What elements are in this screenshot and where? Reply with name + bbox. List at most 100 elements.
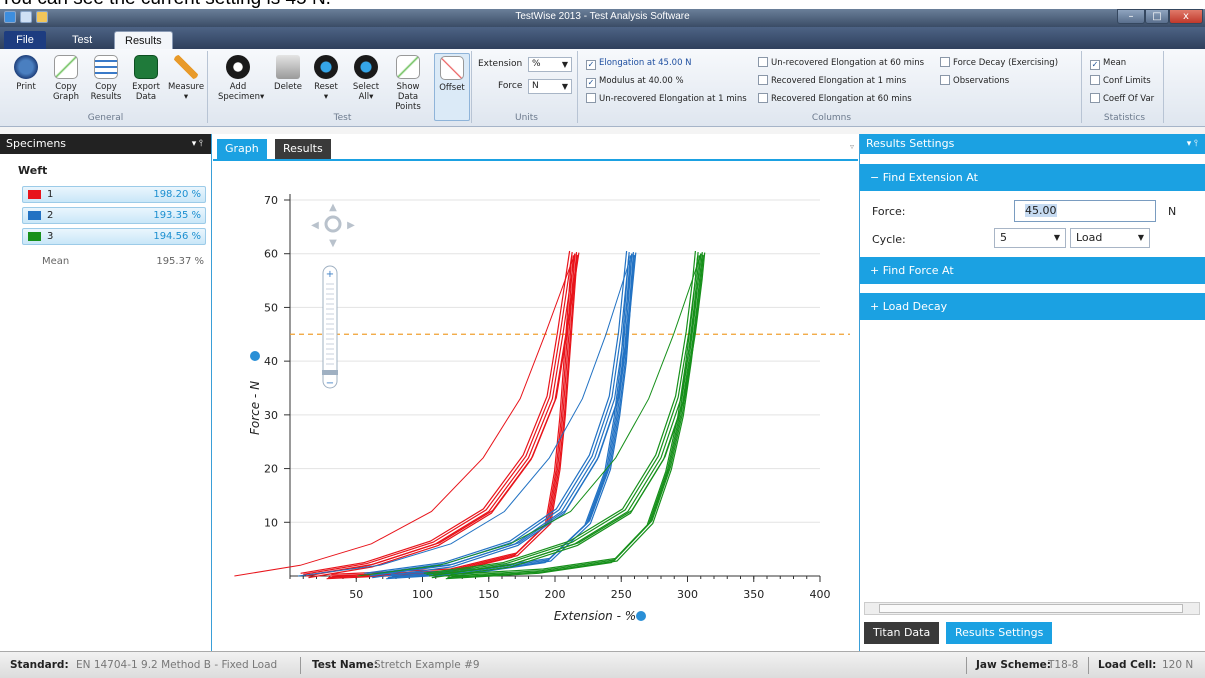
pin-icon[interactable]: ▾ ⫯	[1187, 134, 1198, 154]
find-force-section[interactable]: + Find Force At	[860, 257, 1205, 284]
pin-icon[interactable]: ▾ ⫯	[192, 134, 203, 154]
zoom-out-button[interactable]: −	[326, 378, 334, 389]
checkbox-label: Un-recovered Elongation at 1 mins	[599, 94, 747, 104]
pan-left-arrow: ◀	[311, 220, 319, 231]
specimen-row[interactable]: 3 194.56 %	[22, 228, 206, 245]
checkbox-icon	[1090, 93, 1100, 103]
tab-results-view[interactable]: Results	[275, 139, 331, 159]
tab-graph[interactable]: Graph	[217, 139, 267, 159]
status-divider	[300, 657, 301, 674]
column-checkbox-modulus[interactable]: ✓ Modulus at 40.00 %	[586, 75, 684, 88]
x-tick-label: 400	[810, 588, 831, 601]
tab-test[interactable]: Test	[62, 31, 102, 49]
load-cell-value: 120 N	[1162, 659, 1194, 671]
offset-icon	[440, 56, 464, 80]
zoom-in-button[interactable]: +	[326, 269, 334, 280]
column-checkbox-observations[interactable]: Observations	[940, 75, 1009, 88]
maximize-button[interactable]: □	[1145, 9, 1169, 24]
x-axis-label: Extension - %	[554, 609, 636, 623]
scrollbar-thumb[interactable]	[879, 604, 1183, 613]
checkbox-icon	[758, 93, 768, 103]
select-all-icon	[354, 55, 378, 79]
x-tick-label: 300	[677, 588, 698, 601]
cycle-value: 5	[1000, 231, 1007, 244]
series-line	[309, 252, 580, 576]
reset-button[interactable]: Reset ▾	[306, 53, 346, 102]
series-line	[364, 250, 628, 574]
x-tick-label: 200	[545, 588, 566, 601]
delete-label: Delete	[274, 82, 302, 92]
tab-titan-data[interactable]: Titan Data	[864, 622, 940, 644]
data-points-icon	[396, 55, 420, 79]
checkbox-label: Observations	[953, 76, 1010, 86]
horizontal-scrollbar[interactable]	[864, 602, 1200, 615]
force-input[interactable]: 45.00	[1014, 200, 1156, 222]
cycle-select[interactable]: 5 ▼	[994, 228, 1066, 248]
series-line	[372, 255, 636, 579]
force-unit-select[interactable]: N ▼	[528, 79, 572, 94]
reset-arrow: ▾	[323, 92, 329, 102]
select-all-button[interactable]: Select All▾	[346, 53, 386, 102]
x-tick-label: 50	[349, 588, 363, 601]
reset-label: Reset	[314, 82, 338, 92]
checkbox-label: Coeff Of Var	[1103, 94, 1155, 104]
show-data-points-label: Show Data Points	[395, 82, 421, 112]
tab-results[interactable]: Results	[114, 31, 173, 49]
find-extension-section[interactable]: − Find Extension At	[860, 164, 1205, 191]
specimen-row[interactable]: 1 198.20 %	[22, 186, 206, 203]
specimen-group-label: Weft	[18, 164, 48, 177]
excel-export-icon	[134, 55, 158, 79]
group-statistics-label: Statistics	[1103, 113, 1146, 123]
collapse-icon[interactable]: ▿	[850, 142, 854, 151]
load-decay-section[interactable]: + Load Decay	[860, 293, 1205, 320]
add-specimen-button[interactable]: Add Specimen▾	[218, 53, 264, 102]
column-checkbox-force-decay[interactable]: Force Decay (Exercising)	[940, 57, 1058, 70]
close-button[interactable]: x	[1169, 9, 1203, 24]
minimize-button[interactable]: –	[1117, 9, 1145, 24]
column-checkbox-unrecovered-60[interactable]: Un-recovered Elongation at 60 mins	[758, 57, 924, 70]
checkbox-icon	[758, 75, 768, 85]
status-divider	[1088, 657, 1089, 674]
group-columns-label: Columns	[811, 113, 852, 123]
stat-checkbox-mean[interactable]: ✓ Mean	[1090, 57, 1126, 70]
copy-graph-button[interactable]: Copy Graph	[46, 53, 86, 102]
add-specimen-arrow: ▾	[259, 92, 265, 102]
export-data-button[interactable]: Export Data	[126, 53, 166, 102]
column-checkbox-recovered-60[interactable]: Recovered Elongation at 60 mins	[758, 93, 912, 106]
window-title: TestWise 2013 - Test Analysis Software	[515, 11, 690, 22]
specimen-row[interactable]: 2 193.35 %	[22, 207, 206, 224]
y-tick-label: 20	[264, 463, 278, 476]
checkbox-label: Conf Limits	[1103, 76, 1151, 86]
tab-file[interactable]: File	[4, 31, 46, 49]
column-checkbox-recovered-1[interactable]: Recovered Elongation at 1 mins	[758, 75, 906, 88]
force-extension-chart: 10 20 30 40 50 60 70 50 100 150 200 250 300 350 400 Ext…	[234, 194, 850, 623]
print-button[interactable]: Print	[6, 53, 46, 92]
status-divider	[966, 657, 967, 674]
group-test: Add Specimen▾ Delete Reset ▾ Select All▾…	[214, 51, 472, 123]
add-specimen-label: Add Specimen	[218, 82, 260, 102]
stat-checkbox-coeff-var[interactable]: Coeff Of Var	[1090, 93, 1154, 106]
mean-label: Mean	[42, 256, 70, 267]
pencil-icon	[174, 55, 198, 79]
ribbon-spacer	[0, 127, 1205, 134]
tab-results-settings[interactable]: Results Settings	[946, 622, 1053, 644]
extension-unit-select[interactable]: % ▼	[528, 57, 572, 72]
y-tick-label: 10	[264, 516, 278, 529]
cycle-mode-select[interactable]: Load ▼	[1070, 228, 1150, 248]
delete-button[interactable]: Delete	[268, 53, 308, 92]
specimens-header: Specimens ▾ ⫯	[0, 134, 211, 154]
measure-button[interactable]: Measure ▾	[166, 53, 206, 102]
column-checkbox-elongation[interactable]: ✓ Elongation at 45.00 N	[586, 57, 692, 70]
results-settings-pane: Results Settings ▾ ⫯ − Find Extension At…	[859, 134, 1205, 651]
test-name-value: Stretch Example #9	[374, 659, 480, 671]
checkbox-label: Elongation at 45.00 N	[599, 58, 692, 68]
show-data-points-button[interactable]: Show Data Points	[386, 53, 430, 112]
series-line	[451, 254, 704, 578]
stat-checkbox-conf-limits[interactable]: Conf Limits	[1090, 75, 1151, 88]
group-units-label: Units	[514, 113, 538, 123]
results-settings-header: Results Settings ▾ ⫯	[860, 134, 1205, 154]
column-checkbox-unrecovered-1[interactable]: Un-recovered Elongation at 1 mins	[586, 93, 747, 106]
chevron-down-icon: ▼	[561, 82, 568, 91]
offset-button[interactable]: Offset	[434, 53, 470, 121]
copy-results-button[interactable]: Copy Results	[86, 53, 126, 102]
